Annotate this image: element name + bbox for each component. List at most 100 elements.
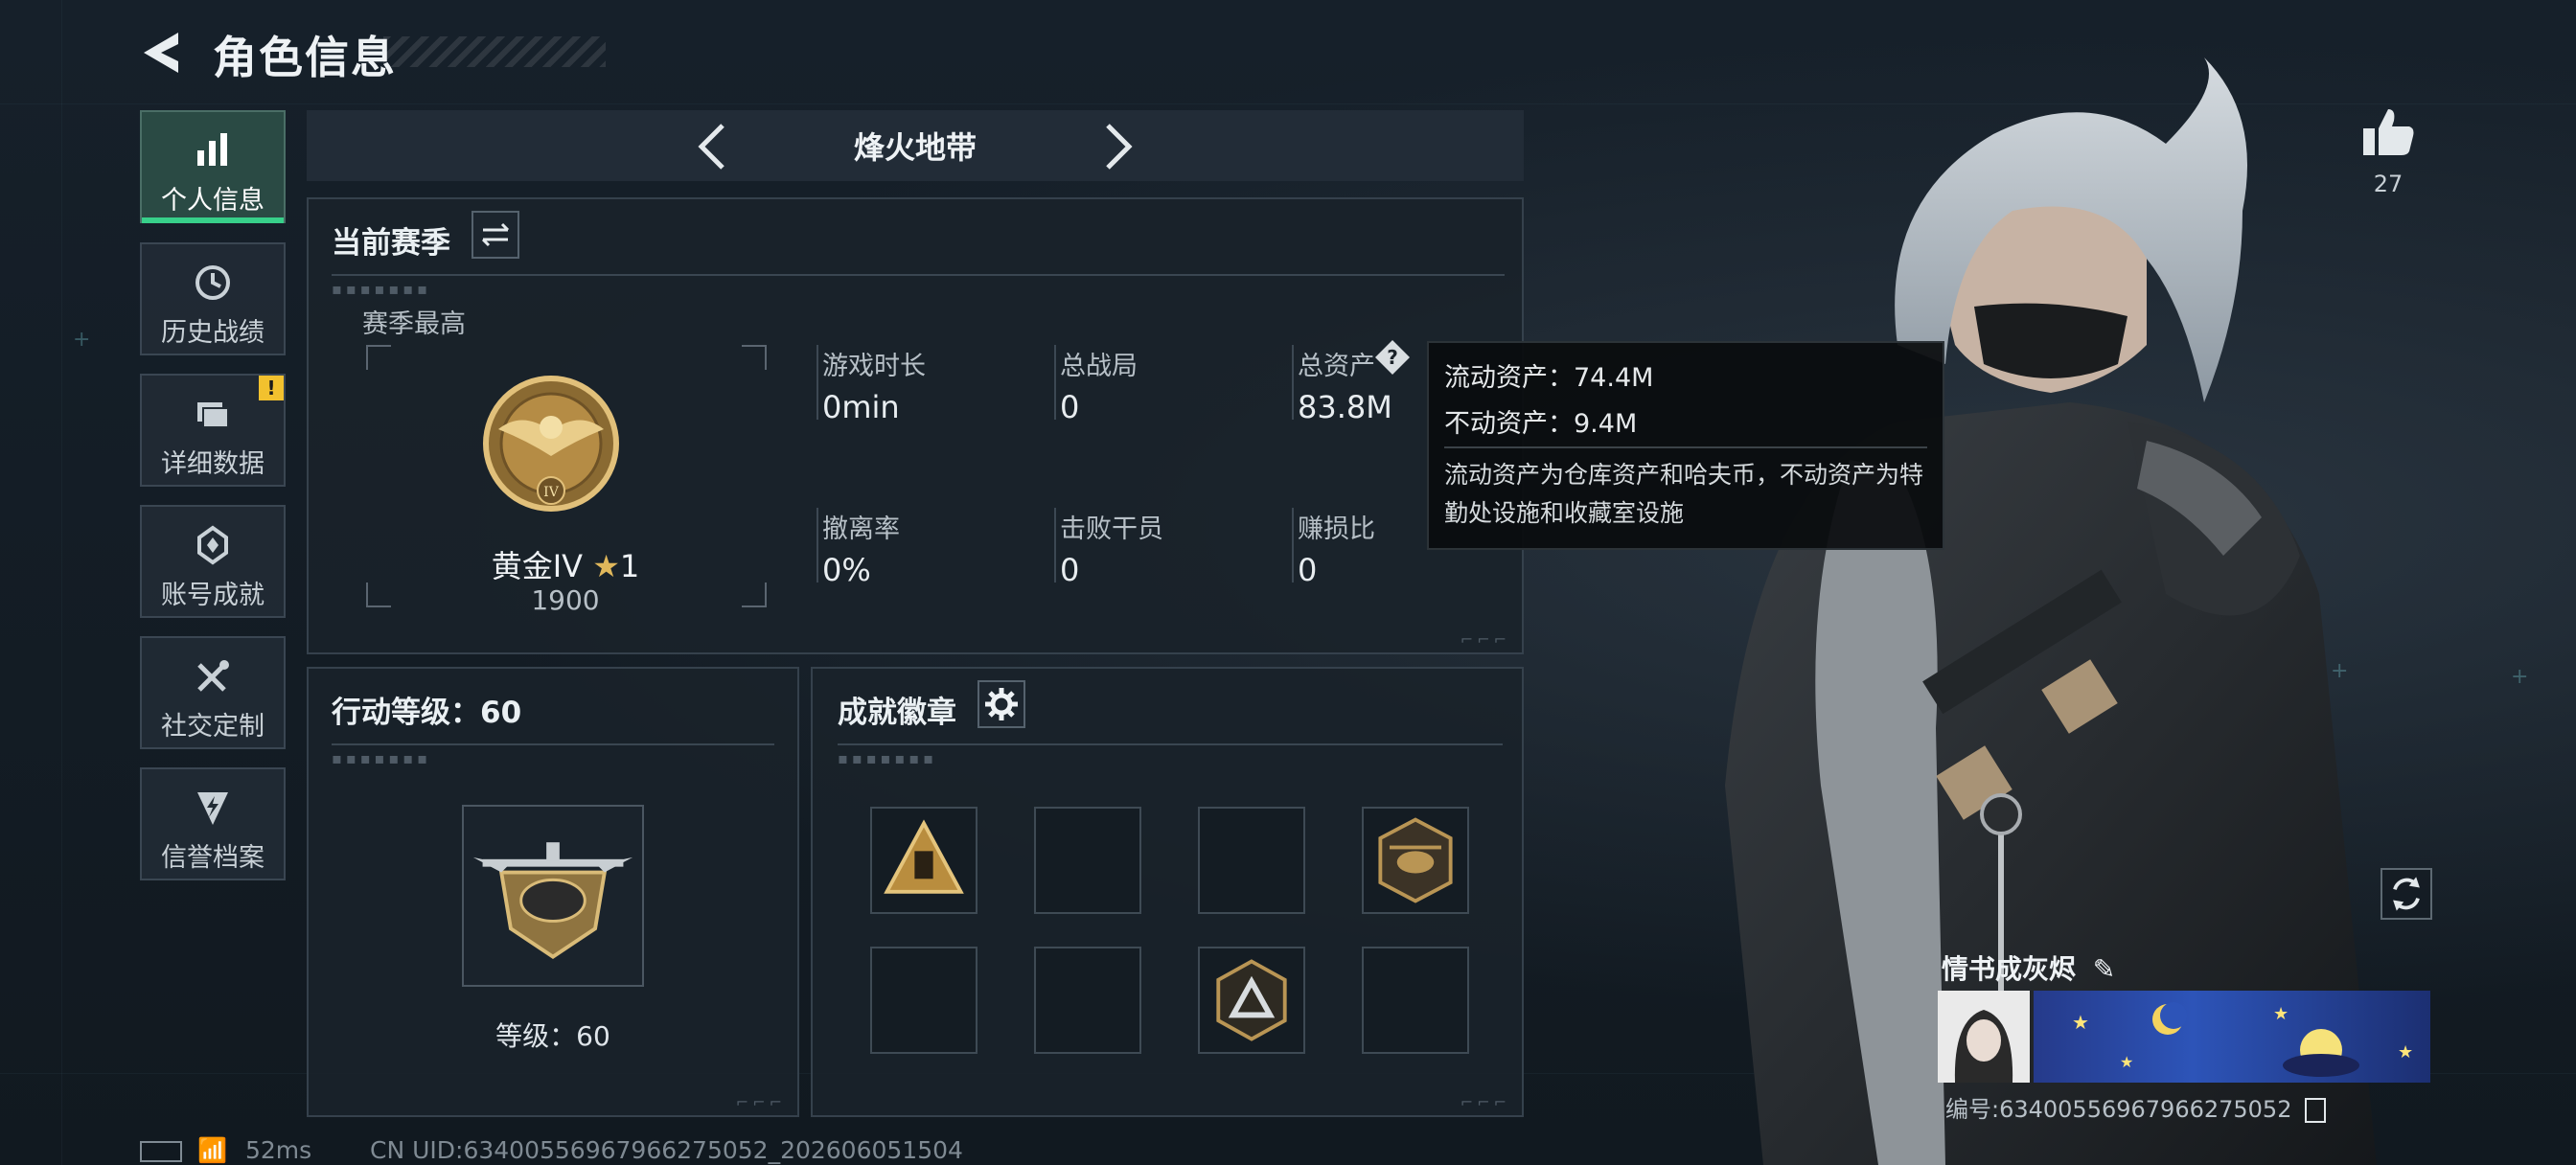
level-emblem-frame — [462, 805, 644, 987]
tick-decor: ⌐⌐⌐ — [1460, 1093, 1510, 1111]
star-icon: ★ — [592, 548, 620, 584]
help-icon[interactable]: ? — [1374, 339, 1411, 376]
player-name: 情书成灰烬 ✎ — [1942, 948, 2115, 987]
stat-label: 赚损比 — [1298, 514, 1375, 544]
back-arrow-icon — [144, 33, 178, 73]
avatar-image — [1938, 991, 2030, 1083]
stat-divider — [816, 508, 818, 582]
achievement-title: 成就徽章 — [838, 696, 956, 730]
battery-icon — [140, 1136, 182, 1164]
achievement-panel: 成就徽章 ▪▪▪▪▪▪▪ ⌐⌐⌐ — [811, 667, 1524, 1117]
map-name: 烽火地带 — [853, 129, 977, 166]
sidebar-item-achievements[interactable]: 账号成就 — [140, 505, 286, 618]
season-panel: 当前赛季 ▪▪▪▪▪▪▪ 赛季最高 IV 黄金IV ★1 1900 游戏时长 0… — [307, 197, 1524, 654]
badge-slot-empty[interactable] — [1198, 807, 1305, 914]
like-count: 27 — [2373, 171, 2404, 197]
back-button[interactable] — [140, 29, 182, 77]
badge-slot-empty[interactable] — [1034, 947, 1141, 1054]
svg-text:★: ★ — [2273, 1004, 2288, 1024]
wifi-icon: 📶 — [197, 1136, 228, 1164]
swap-arrows-icon — [481, 222, 510, 247]
sidebar-item-label: 账号成就 — [161, 581, 264, 610]
tick-decor: ▪▪▪▪▪▪▪ — [332, 280, 431, 298]
asset-tooltip: 流动资产：74.4M 不动资产：9.4M 流动资产为仓库资产和哈夫币，不动资产为… — [1427, 341, 1944, 550]
divider — [332, 274, 1505, 276]
stat-label: 撤离率 — [822, 514, 900, 544]
chevron-right-icon — [1106, 124, 1133, 170]
player-id-text: 编号:63400556967966275052 — [1945, 1096, 2292, 1123]
stat-divider — [1054, 345, 1056, 420]
title-stripe-decor — [383, 36, 606, 67]
rotate-view-button[interactable] — [2380, 868, 2432, 920]
frame-corner — [742, 345, 767, 370]
stat-label: 击败干员 — [1060, 514, 1163, 544]
history-clock-icon — [196, 265, 230, 300]
sidebar-item-label: 详细数据 — [161, 449, 264, 479]
badge-slot-empty[interactable] — [1362, 947, 1469, 1054]
sidebar-item-reputation[interactable]: 信誉档案 — [140, 767, 286, 880]
badge-slot[interactable] — [1198, 947, 1305, 1054]
ping-value: 52ms — [245, 1136, 312, 1164]
badge-slot[interactable] — [1362, 807, 1469, 914]
svg-text:IV: IV — [543, 485, 560, 500]
shield-bolt-icon — [197, 792, 228, 825]
stat-value: 83.8M — [1298, 389, 1392, 425]
tick-decor: ▪▪▪▪▪▪▪ — [332, 749, 431, 767]
shield-triangle-badge-icon — [1216, 959, 1287, 1041]
stat-label: 总战局 — [1060, 352, 1138, 381]
player-id: 编号:63400556967966275052 — [1945, 1090, 2327, 1124]
name-card-banner[interactable]: ★ ★ ★ ★ — [2034, 991, 2430, 1083]
gear-icon — [985, 688, 1018, 720]
achievement-icon — [197, 525, 228, 565]
rank-points: 1900 — [531, 584, 600, 616]
next-map-button[interactable] — [1092, 118, 1140, 175]
sidebar-item-social[interactable]: 社交定制 — [140, 636, 286, 749]
stat-label: 游戏时长 — [822, 352, 926, 381]
sidebar-item-label: 历史战绩 — [161, 318, 264, 348]
switch-season-button[interactable] — [472, 211, 519, 259]
badge-slot[interactable] — [870, 807, 978, 914]
copy-icon[interactable] — [2305, 1098, 2327, 1123]
triangle-badge-icon — [884, 819, 964, 894]
frame-corner — [366, 345, 391, 370]
bar-chart-icon — [197, 133, 227, 166]
refresh-icon — [2393, 877, 2420, 911]
edit-pencil-icon[interactable]: ✎ — [2093, 953, 2115, 985]
stat-divider — [1054, 508, 1056, 582]
badge-slot-empty[interactable] — [1034, 807, 1141, 914]
level-title: 行动等级：60 — [332, 696, 522, 730]
stat-value: 0 — [1060, 552, 1080, 588]
stat-value: 0 — [1298, 552, 1318, 588]
achievement-settings-button[interactable] — [978, 680, 1025, 728]
stat-divider — [816, 345, 818, 420]
divider — [332, 743, 774, 745]
sidebar-item-details[interactable]: ! 详细数据 — [140, 374, 286, 487]
uid-text: CN UID:63400556967966275052_202606051504 — [370, 1136, 963, 1164]
rank-line: 黄金IV ★1 — [366, 542, 765, 586]
helicopter-emblem — [472, 842, 633, 959]
stat-value: 0min — [822, 389, 900, 425]
avatar[interactable] — [1938, 991, 2030, 1083]
tooltip-description: 流动资产为仓库资产和哈夫币，不动资产为特勤处设施和收藏室设施 — [1444, 461, 1924, 527]
level-caption: 等级：60 — [495, 1020, 610, 1052]
folder-icon — [197, 402, 229, 428]
sidebar-item-history[interactable]: 历史战绩 — [140, 242, 286, 355]
badge-slot-empty[interactable] — [870, 947, 978, 1054]
divider — [838, 743, 1503, 745]
divider — [1444, 446, 1927, 448]
rank-stars: 1 — [619, 548, 640, 584]
crosshair-decor-icon: + — [73, 328, 91, 352]
sidebar-item-personal-info[interactable]: 个人信息 — [140, 110, 286, 223]
stat-label: 总资产 — [1298, 352, 1375, 381]
like-button[interactable] — [2359, 103, 2417, 161]
tooltip-fixed-assets: 不动资产：9.4M — [1444, 409, 1638, 439]
gold-rank-emblem: IV — [483, 376, 619, 512]
level-panel: 行动等级：60 ▪▪▪▪▪▪▪ 等级：60 ⌐⌐⌐ — [307, 667, 799, 1117]
sidebar-item-label: 社交定制 — [161, 712, 264, 742]
peak-label: 赛季最高 — [362, 309, 466, 339]
starry-card-image: ★ ★ ★ ★ — [2072, 1002, 2413, 1077]
stat-value: 0 — [1060, 389, 1080, 425]
stat-divider — [1292, 345, 1294, 420]
thumbs-up-icon — [2363, 109, 2414, 155]
svg-text:★: ★ — [2398, 1042, 2413, 1062]
